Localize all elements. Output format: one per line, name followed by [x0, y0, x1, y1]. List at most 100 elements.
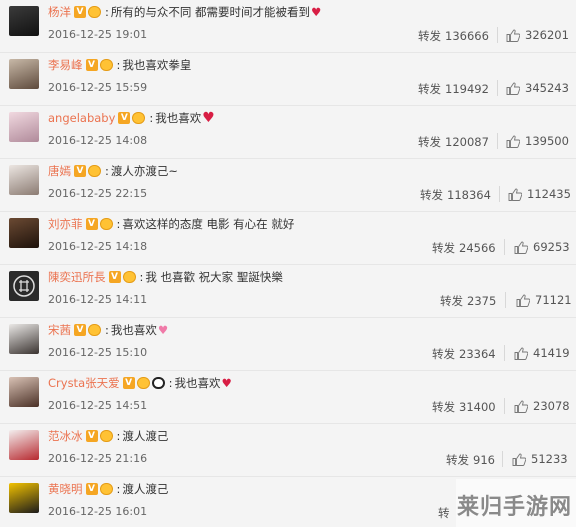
comment-text: 所有的与众不同 都需要时间才能被看到: [110, 5, 311, 19]
comment-row: 宋茜 V : 我也喜欢 ♥ 2016-12-25 15:10 转发 23364 4…: [0, 318, 576, 371]
comment-row: Crysta张天爱 V : 我也喜欢 ♥ 2016-12-25 14:51 转发…: [0, 371, 576, 424]
crown-icon: [99, 430, 113, 442]
verified-badge-icon: V: [85, 430, 98, 442]
heart-icon: ♥: [202, 110, 215, 126]
timestamp: 2016-12-25 14:11: [48, 293, 148, 306]
repost-label: 转发: [440, 294, 463, 308]
username-link[interactable]: Crysta张天爱: [48, 375, 120, 391]
repost-button[interactable]: 转发 2375: [440, 293, 496, 309]
comment-text: 渡人渡己: [122, 482, 169, 496]
heart-icon: ♥: [221, 376, 232, 390]
repost-button[interactable]: 转发 916: [446, 452, 495, 468]
divider: [504, 345, 505, 361]
comment-line: 宋茜 V : 我也喜欢 ♥: [48, 321, 168, 339]
username-link[interactable]: 黄晓明: [48, 481, 83, 497]
avatar[interactable]: [9, 165, 39, 195]
comment-text: 我也喜欢: [155, 111, 202, 125]
crown-icon: [122, 271, 136, 283]
repost-label: 转发: [420, 188, 443, 202]
like-button[interactable]: 51233: [512, 452, 568, 466]
comment-line: 陳奕迅所長 V : 我 也喜歡 祝大家 聖誕快樂: [48, 268, 283, 286]
like-count: 139500: [525, 134, 569, 148]
avatar[interactable]: [9, 271, 39, 301]
like-count: 23078: [533, 399, 570, 413]
username-link[interactable]: 陳奕迅所長: [48, 269, 106, 285]
avatar[interactable]: [9, 112, 39, 142]
repost-count: 119492: [445, 82, 489, 96]
comment-feed: 杨洋 V : 所有的与众不同 都需要时间才能被看到 ♥ 2016-12-25 1…: [0, 0, 576, 527]
repost-count: 118364: [447, 188, 491, 202]
like-button[interactable]: 23078: [514, 399, 570, 413]
like-button[interactable]: 345243: [506, 81, 569, 95]
timestamp: 2016-12-25 21:16: [48, 452, 148, 465]
like-button[interactable]: 69253: [514, 240, 570, 254]
repost-label: 转发: [432, 347, 455, 361]
repost-label: 转发: [432, 400, 455, 414]
repost-label: 转发: [432, 241, 455, 255]
repost-button[interactable]: 转发 23364: [432, 346, 496, 362]
avatar[interactable]: [9, 430, 39, 460]
comment-row: angelababy V : 我也喜欢 ♥ 2016-12-25 14:08 转…: [0, 106, 576, 159]
comment-line: 杨洋 V : 所有的与众不同 都需要时间才能被看到 ♥: [48, 3, 321, 21]
thumbs-up-icon: [514, 347, 528, 360]
repost-button[interactable]: 转发 120087: [418, 134, 489, 150]
avatar[interactable]: [9, 6, 39, 36]
comment-line: 唐嫣 V : 渡人亦渡己~: [48, 162, 178, 180]
avatar[interactable]: [9, 377, 39, 407]
like-button[interactable]: 112435: [508, 187, 571, 201]
divider: [504, 398, 505, 414]
repost-button[interactable]: 转发 24566: [432, 240, 496, 256]
comment-row: 唐嫣 V : 渡人亦渡己~ 2016-12-25 22:15 转发 118364 …: [0, 159, 576, 212]
timestamp: 2016-12-25 15:10: [48, 346, 148, 359]
avatar[interactable]: [9, 324, 39, 354]
repost-button[interactable]: 转发 119492: [418, 81, 489, 97]
timestamp: 2016-12-25 14:08: [48, 134, 148, 147]
comment-line: 范冰冰 V : 渡人渡己: [48, 427, 168, 445]
username-link[interactable]: 唐嫣: [48, 163, 71, 179]
verified-badge-icon: V: [122, 377, 135, 389]
logo-icon: [13, 275, 35, 297]
thumbs-up-icon: [516, 294, 530, 307]
like-button[interactable]: 71121: [516, 293, 572, 307]
username-link[interactable]: 李易峰: [48, 57, 83, 73]
pink-heart-icon: ♥: [157, 323, 169, 337]
colon: :: [116, 217, 121, 231]
username-link[interactable]: 范冰冰: [48, 428, 83, 444]
timestamp: 2016-12-25 14:18: [48, 240, 148, 253]
like-count: 71121: [535, 293, 572, 307]
colon: :: [105, 323, 109, 337]
avatar[interactable]: [9, 218, 39, 248]
like-count: 41419: [533, 346, 570, 360]
like-button[interactable]: 41419: [514, 346, 570, 360]
repost-label: 转发: [446, 453, 469, 467]
crown-icon: [99, 218, 113, 230]
comment-row: 李易峰 V : 我也喜欢拳皇 2016-12-25 15:59 转发 119492…: [0, 53, 576, 106]
like-button[interactable]: 326201: [506, 28, 569, 42]
repost-button[interactable]: 转发 118364: [420, 187, 491, 203]
comment-line: angelababy V : 我也喜欢 ♥: [48, 109, 215, 127]
like-count: 326201: [525, 28, 569, 42]
colon: :: [116, 58, 121, 72]
thumbs-up-icon: [506, 82, 520, 95]
repost-button[interactable]: 转发 31400: [432, 399, 496, 415]
divider: [505, 292, 506, 308]
username-link[interactable]: 宋茜: [48, 322, 71, 338]
username-link[interactable]: 杨洋: [48, 4, 71, 20]
repost-button[interactable]: 转发 136666: [418, 28, 489, 44]
like-button[interactable]: 139500: [506, 134, 569, 148]
colon: :: [139, 270, 144, 284]
divider: [502, 451, 503, 467]
comment-text: 渡人亦渡己~: [110, 164, 179, 178]
like-count: 51233: [531, 452, 568, 466]
avatar[interactable]: [9, 59, 39, 89]
comment-text: 我也喜欢: [174, 376, 221, 390]
crown-icon: [88, 165, 101, 177]
avatar[interactable]: [9, 483, 39, 513]
comment-row: 范冰冰 V : 渡人渡己 2016-12-25 21:16 转发 916 5123…: [0, 424, 576, 477]
username-link[interactable]: 刘亦菲: [48, 216, 83, 232]
repost-count: 916: [473, 453, 495, 467]
repost-button[interactable]: 转: [438, 505, 450, 521]
divider: [497, 80, 498, 96]
username-link[interactable]: angelababy: [48, 111, 115, 125]
divider: [504, 239, 505, 255]
